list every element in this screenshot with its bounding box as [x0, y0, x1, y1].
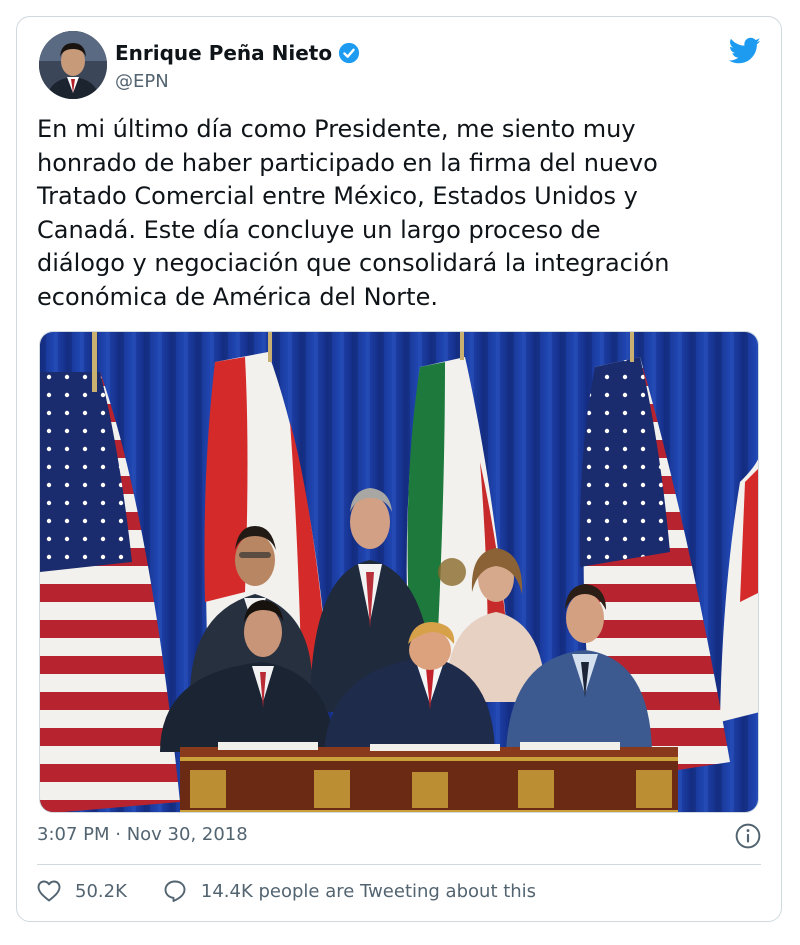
- avatar-photo: [39, 31, 107, 99]
- divider: [37, 864, 761, 865]
- tweet-text: En mi último día como Presidente, me sie…: [37, 115, 670, 311]
- heart-icon: [37, 880, 61, 902]
- likes-count: 50.2K: [75, 880, 127, 902]
- conversation-button[interactable]: 14.4K people are Tweeting about this: [163, 879, 536, 903]
- author-name-row: Enrique Peña Nieto: [115, 41, 360, 65]
- tweet-photo[interactable]: [39, 331, 759, 813]
- author-avatar[interactable]: [39, 31, 107, 99]
- tweet-timestamp[interactable]: 3:07 PM · Nov 30, 2018: [37, 824, 248, 845]
- tweet-actions: 50.2K 14.4K people are Tweeting about th…: [37, 879, 572, 903]
- verified-badge-icon: [339, 42, 360, 64]
- like-button[interactable]: 50.2K: [37, 880, 127, 902]
- tweet-card: Enrique Peña Nieto @EPN En mi último día…: [16, 16, 782, 922]
- signing-ceremony-image: [40, 332, 758, 812]
- author-handle[interactable]: @EPN: [115, 71, 169, 92]
- twitter-bird-icon[interactable]: [729, 37, 761, 65]
- author-display-name[interactable]: Enrique Peña Nieto: [115, 41, 332, 65]
- info-icon[interactable]: [735, 823, 761, 849]
- tweeting-count: 14.4K people are Tweeting about this: [200, 880, 537, 902]
- speech-bubble-icon: [164, 880, 186, 902]
